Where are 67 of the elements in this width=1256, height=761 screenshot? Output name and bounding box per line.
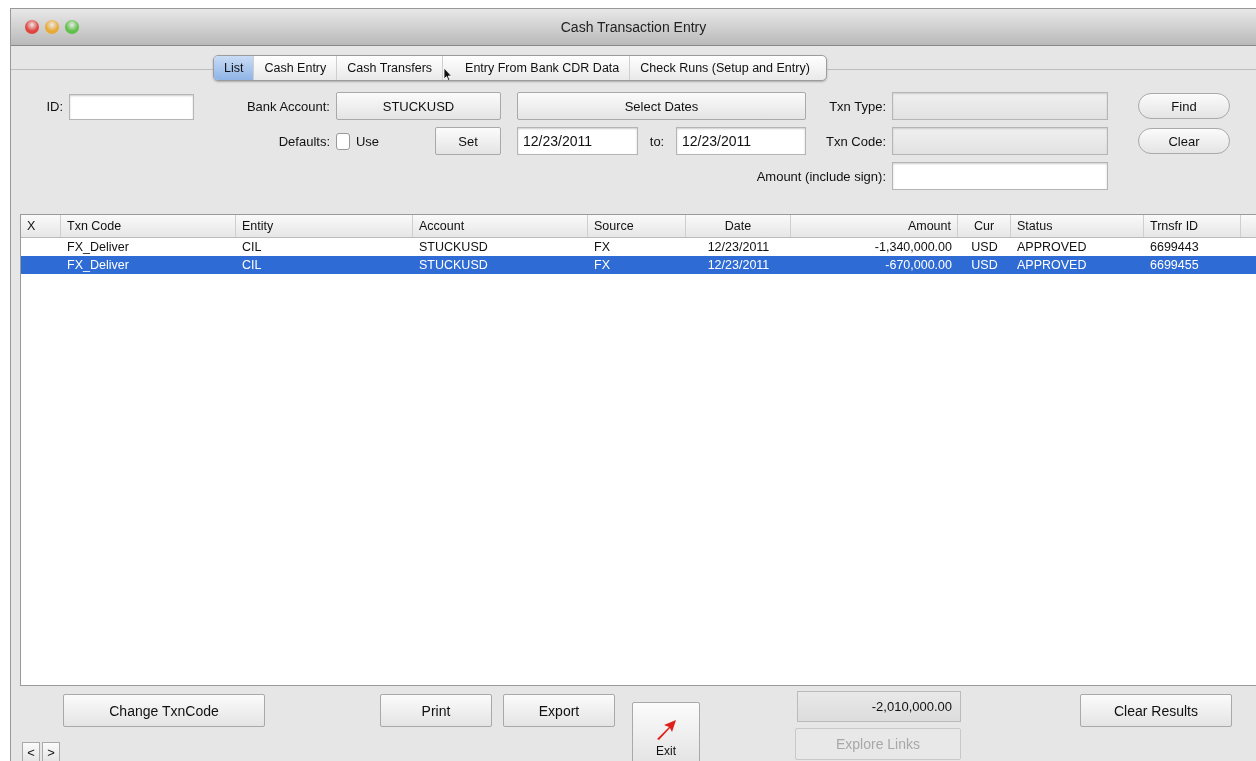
table-row[interactable]: FX_Deliver CIL STUCKUSD FX 12/23/2011 -670,000.00 USD APPROVED 6699455	[21, 256, 1256, 274]
field-label: ID:	[46, 98, 64, 114]
total-field: -2,010,000.00	[797, 691, 961, 722]
tab[interactable]: Check Runs (Setup and Entry)	[630, 56, 826, 80]
field-label: Amount (include sign):	[756, 168, 887, 184]
table-cell: CIL	[242, 240, 262, 254]
id-field[interactable]	[69, 94, 194, 120]
table-cell: 12/23/2011	[707, 258, 770, 272]
date-field[interactable]: 12/23/2011	[676, 127, 806, 155]
tab[interactable]: List	[214, 56, 255, 80]
select-dates-button[interactable]: Select Dates	[517, 92, 806, 120]
txn-type-field[interactable]	[892, 92, 1108, 120]
export-button[interactable]: Export	[503, 694, 615, 727]
cursor-icon	[443, 67, 454, 80]
column-header[interactable]: Amount	[791, 215, 958, 237]
field-label: Defaults:	[278, 133, 331, 149]
txn-code-field[interactable]	[892, 127, 1108, 155]
checkbox[interactable]	[336, 132, 350, 150]
table-cell: 6699443	[1150, 240, 1199, 254]
table-cell: 12/23/2011	[707, 240, 770, 254]
checkbox-label: Use	[356, 133, 380, 149]
column-header[interactable]: Account	[413, 215, 588, 237]
clear-button[interactable]: Clear	[1138, 128, 1230, 154]
date-field[interactable]: 12/23/2011	[517, 127, 638, 155]
table-cell: APPROVED	[1017, 240, 1087, 254]
column-header[interactable]: Source	[588, 215, 686, 237]
table-cell: CIL	[242, 258, 262, 272]
exit-button[interactable]: Exit	[632, 702, 700, 761]
table-cell: -1,340,000.00	[874, 240, 952, 254]
find-button[interactable]: Find	[1138, 93, 1230, 119]
field-label: Txn Type:	[829, 98, 887, 114]
print-button[interactable]: Print	[380, 694, 492, 727]
column-header[interactable]: Trnsfr ID	[1144, 215, 1241, 237]
date-separator: to:	[649, 133, 665, 149]
table-cell: APPROVED	[1017, 258, 1087, 272]
next-button[interactable]: >	[42, 742, 60, 761]
minimize-button[interactable]	[45, 20, 59, 34]
table-cell: USD	[971, 258, 998, 272]
table-cell: FX_Deliver	[67, 240, 129, 254]
column-header[interactable]: Entity	[236, 215, 413, 237]
field-label: Bank Account:	[246, 98, 331, 114]
table-cell: USD	[971, 240, 998, 254]
bank-account-field[interactable]: STUCKUSD	[336, 92, 501, 120]
table-cell: FX	[594, 240, 610, 254]
change-txncode-button[interactable]: Change TxnCode	[63, 694, 265, 727]
column-header[interactable]: Date	[686, 215, 791, 237]
amount-field[interactable]	[892, 162, 1108, 190]
zoom-button[interactable]	[65, 20, 79, 34]
window-title: Cash Transaction Entry	[560, 19, 707, 35]
table-cell: -670,000.00	[885, 258, 952, 272]
table-cell: STUCKUSD	[419, 240, 488, 254]
table-cell: FX	[594, 258, 610, 272]
column-header[interactable]: Txn Code	[61, 215, 236, 237]
close-button[interactable]	[25, 20, 39, 34]
table-cell: STUCKUSD	[419, 258, 488, 272]
tab[interactable]: Entry From Bank CDR Data	[455, 56, 631, 80]
clear-results-button[interactable]: Clear Results	[1080, 694, 1232, 727]
tab[interactable]: Cash Entry	[254, 56, 338, 80]
set-button[interactable]: Set	[435, 127, 501, 155]
column-header[interactable]: X	[21, 215, 61, 237]
table-cell: 6699455	[1150, 258, 1199, 272]
column-header[interactable]: Cur	[958, 215, 1011, 237]
field-label: Txn Code:	[826, 133, 887, 149]
column-header[interactable]: Status	[1011, 215, 1144, 237]
previous-button[interactable]: <	[22, 742, 40, 761]
table-row[interactable]: FX_Deliver CIL STUCKUSD FX 12/23/2011 -1,340,000.00 USD APPROVED 6699443	[21, 238, 1256, 256]
table-cell: FX_Deliver	[67, 258, 129, 272]
